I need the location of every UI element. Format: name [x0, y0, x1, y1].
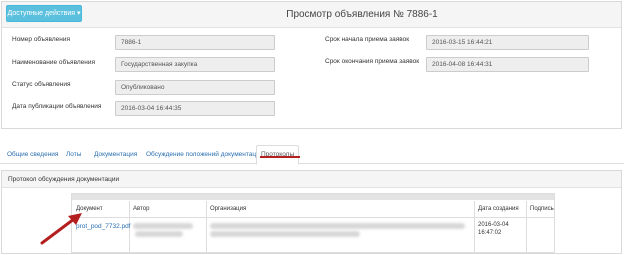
tab-lots[interactable]: Лоты	[62, 146, 85, 164]
column-divider	[526, 201, 527, 253]
redacted-organization	[210, 223, 465, 229]
protocol-panel-title: Протокол обсуждения документации	[8, 176, 120, 183]
redacted-author	[135, 231, 183, 237]
start-date-label: Срок начала приема заявок	[325, 36, 410, 43]
created-date: 2016-03-04	[478, 222, 509, 228]
tab-protocols[interactable]: Протоколы	[256, 145, 300, 165]
column-divider	[474, 201, 475, 253]
created-date-cell: 2016-03-04 16:47:02	[478, 221, 509, 237]
end-date-field: 2016-04-08 16:44:31	[426, 57, 589, 72]
start-date-field: 2016-03-15 16:44:21	[426, 35, 589, 50]
number-label: Номер объявления	[12, 36, 70, 43]
announcement-card: Доступные действия ▾ Просмотр объявления…	[1, 1, 622, 129]
column-header-created-date: Дата создания	[478, 206, 519, 212]
end-date-label: Срок окончания приема заявок	[325, 58, 420, 65]
column-header-author: Автор	[133, 206, 150, 212]
tab-bar: Общие сведения Лоты Документация Обсужде…	[0, 141, 624, 165]
card-header: Доступные действия ▾ Просмотр объявления…	[2, 2, 621, 28]
number-field: 7886-1	[115, 35, 275, 50]
column-header-organization: Организация	[210, 206, 247, 212]
column-divider	[206, 201, 207, 253]
protocol-panel-header: Протокол обсуждения документации	[2, 171, 621, 188]
status-label: Статус объявления	[12, 81, 71, 88]
protocol-table: Документ Автор Организация Дата создания…	[71, 193, 555, 253]
tab-general[interactable]: Общие сведения	[3, 146, 62, 164]
annotation-arrow-icon	[40, 213, 82, 245]
tab-discussion[interactable]: Обсуждение положений документации	[142, 146, 267, 164]
name-label: Наименование объявления	[12, 59, 96, 66]
name-field: Государственная закупка	[115, 57, 275, 72]
page-title: Просмотр объявления № 7886-1	[286, 9, 438, 20]
publish-date-field: 2016-03-04 16:44:35	[115, 101, 275, 116]
tab-documentation[interactable]: Документация	[90, 146, 141, 164]
header-divider	[72, 217, 554, 218]
column-header-signature: Подпись	[530, 206, 554, 212]
annotation-underline	[260, 156, 300, 158]
table-toolbar	[72, 194, 554, 200]
redacted-organization	[210, 231, 360, 237]
protocol-panel: Протокол обсуждения документации Докумен…	[1, 170, 622, 254]
available-actions-button[interactable]: Доступные действия ▾	[6, 5, 82, 22]
created-time: 16:47:02	[478, 230, 502, 236]
publish-date-label: Дата публикации объявления	[12, 103, 102, 110]
status-field: Опубликовано	[115, 80, 275, 95]
redacted-author	[133, 223, 193, 229]
